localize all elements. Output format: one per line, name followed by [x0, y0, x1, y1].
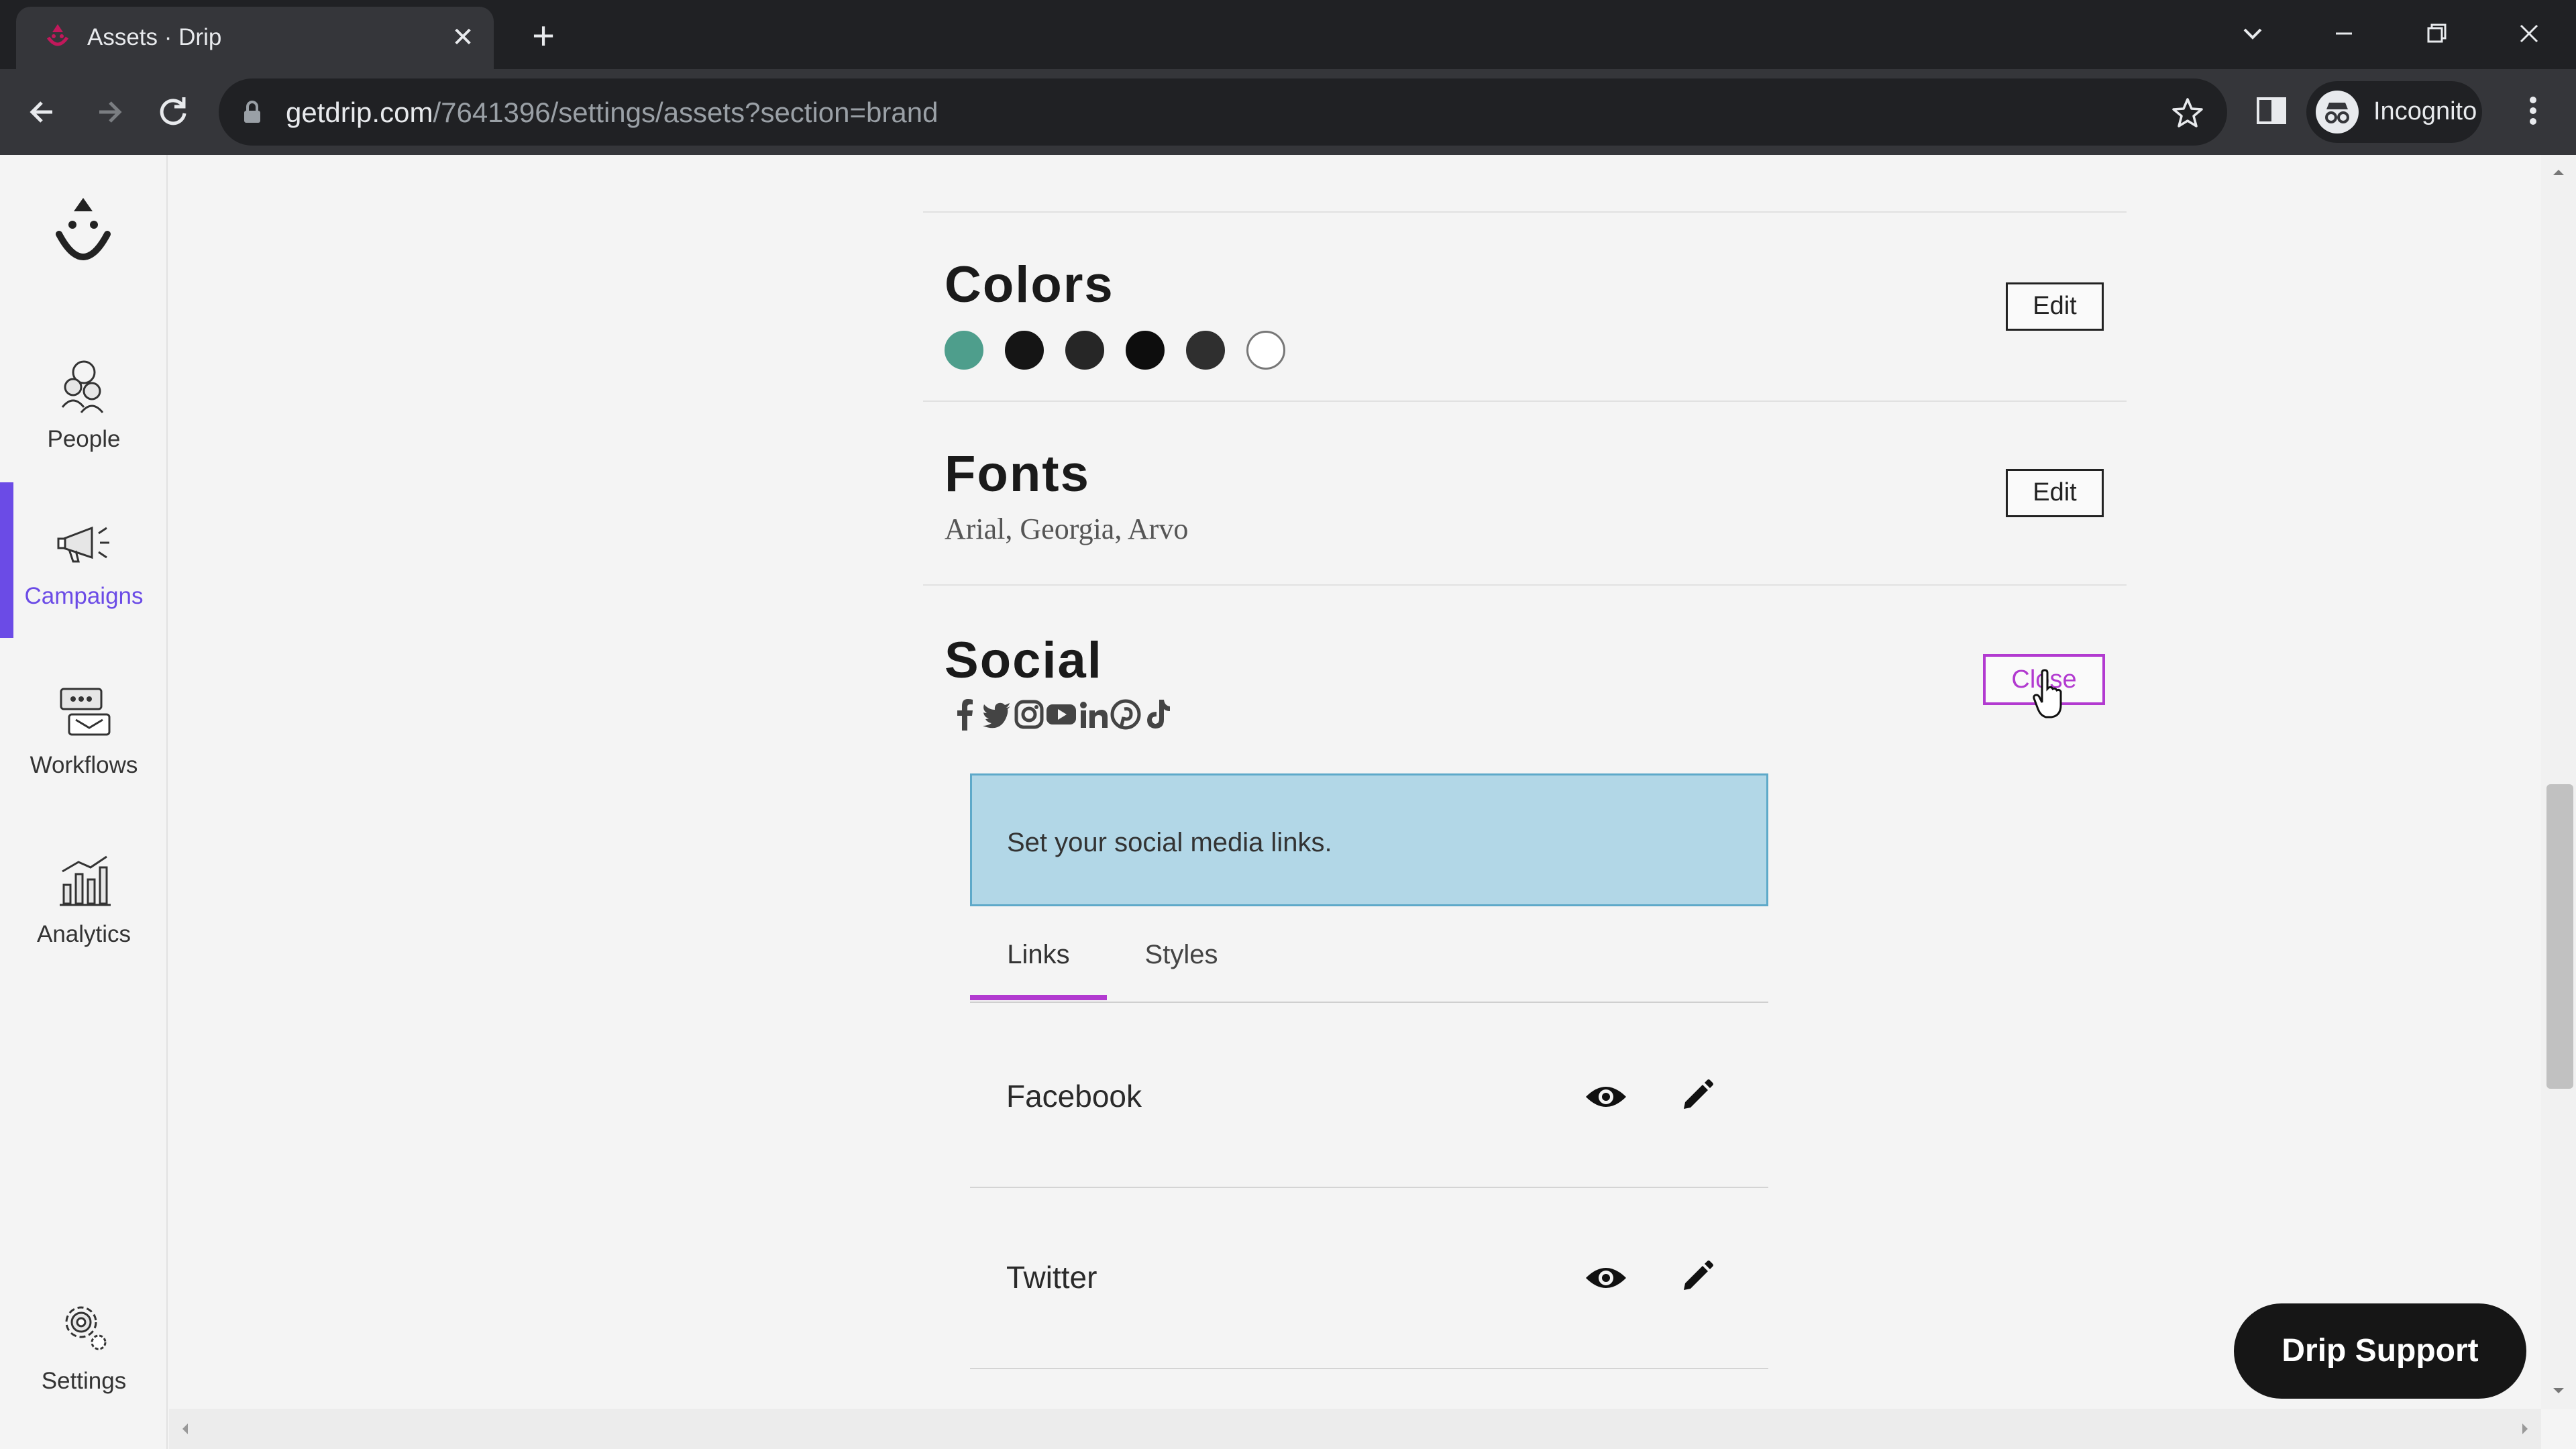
color-swatch: [1186, 331, 1225, 370]
colors-heading: Colors: [945, 256, 1114, 313]
youtube-icon: [1046, 704, 1076, 724]
lock-icon[interactable]: [239, 99, 266, 125]
pencil-icon[interactable]: [1681, 1078, 1715, 1112]
analytics-icon: [60, 855, 111, 906]
kebab-menu-icon[interactable]: [2512, 89, 2555, 132]
side-panel-icon[interactable]: [2250, 89, 2293, 132]
incognito-profile-button[interactable]: Incognito: [2306, 81, 2482, 143]
url-text[interactable]: getdrip.com/7641396/settings/assets?sect…: [286, 97, 938, 129]
vertical-scroll-thumb[interactable]: [2546, 784, 2573, 1089]
instagram-icon: [1014, 700, 1044, 729]
section-divider: [923, 400, 2127, 402]
url-path: /7641396/settings/assets?section=brand: [433, 97, 938, 128]
social-info-box: Set your social media links.: [970, 773, 1768, 906]
tiktok-icon: [1147, 700, 1170, 729]
tab-search-chevron-icon[interactable]: [2234, 15, 2271, 52]
drip-logo-icon[interactable]: [50, 193, 117, 273]
address-bar[interactable]: getdrip.com/7641396/settings/assets?sect…: [219, 78, 2227, 146]
fonts-list: Arial, Georgia, Arvo: [945, 513, 1189, 545]
drip-app: People Campaigns Workflows Analytics Set…: [0, 155, 2576, 1449]
color-swatch: [1005, 331, 1044, 370]
hand-cursor-icon: [2033, 669, 2062, 718]
incognito-icon: [2316, 91, 2359, 133]
minimize-icon[interactable]: [2325, 15, 2363, 52]
section-divider: [923, 584, 2127, 586]
people-icon: [61, 360, 104, 413]
social-link-name: Twitter: [1006, 1260, 1097, 1295]
sidebar-label-campaigns: Campaigns: [24, 583, 144, 609]
eye-icon[interactable]: [1585, 1262, 1627, 1294]
social-info-text: Set your social media links.: [1007, 828, 1332, 857]
sidebar-label-settings: Settings: [41, 1368, 127, 1394]
social-tabs: Links Styles: [970, 926, 1768, 1003]
window-close-icon[interactable]: [2510, 15, 2548, 52]
linkedin-icon: [1080, 702, 1108, 728]
browser-toolbar: getdrip.com/7641396/settings/assets?sect…: [0, 69, 2576, 155]
browser-tab[interactable]: Assets · Drip ✕: [16, 7, 494, 69]
color-swatch: [1126, 331, 1165, 370]
app-sidebar: People Campaigns Workflows Analytics Set…: [0, 155, 168, 1449]
sidebar-item-people[interactable]: People: [0, 325, 168, 473]
sidebar-item-campaigns[interactable]: Campaigns: [0, 482, 168, 630]
reload-icon[interactable]: [150, 89, 196, 135]
color-swatch: [1246, 331, 1285, 370]
sidebar-item-workflows[interactable]: Workflows: [0, 651, 168, 799]
color-swatch: [1065, 331, 1104, 370]
restore-icon[interactable]: [2418, 15, 2455, 52]
twitter-icon: [983, 702, 1010, 729]
workflows-icon: [60, 688, 111, 736]
scroll-up-arrow-icon[interactable]: [2551, 164, 2567, 180]
drip-support-button[interactable]: Drip Support: [2234, 1303, 2526, 1399]
social-heading: Social: [945, 632, 1103, 689]
facebook-icon: [957, 699, 973, 731]
scroll-down-arrow-icon[interactable]: [2551, 1383, 2567, 1399]
brand-assets-content: Colors Edit Fonts Arial, Georgia, Arvo E…: [169, 155, 2541, 1409]
pencil-icon[interactable]: [1681, 1259, 1715, 1293]
scroll-right-arrow-icon[interactable]: [2517, 1421, 2533, 1437]
tab-links[interactable]: Links: [970, 926, 1107, 1003]
sidebar-label-analytics: Analytics: [36, 921, 131, 947]
active-tab-underline: [970, 995, 1107, 1000]
pinterest-icon: [1110, 699, 1141, 730]
eye-icon[interactable]: [1585, 1081, 1627, 1113]
sidebar-item-analytics[interactable]: Analytics: [0, 820, 168, 968]
social-link-row: Twitter: [970, 1188, 1768, 1369]
url-host: getdrip.com: [286, 97, 433, 128]
browser-tab-bar: Assets · Drip ✕ +: [0, 0, 2576, 69]
megaphone-icon: [57, 526, 109, 563]
new-tab-button[interactable]: +: [523, 17, 564, 58]
fonts-heading: Fonts: [945, 445, 1090, 502]
tab-title: Assets · Drip: [87, 24, 222, 50]
forward-arrow-icon[interactable]: [86, 89, 131, 135]
color-swatch: [945, 331, 983, 370]
tab-close-icon[interactable]: ✕: [445, 20, 480, 55]
drip-favicon-icon: [46, 24, 69, 46]
fonts-edit-button[interactable]: Edit: [2006, 469, 2104, 517]
bookmark-star-icon[interactable]: [2171, 96, 2204, 129]
section-divider: [923, 211, 2127, 213]
gear-icon: [65, 1306, 107, 1350]
back-arrow-icon[interactable]: [20, 89, 66, 135]
social-link-name: Facebook: [1006, 1079, 1142, 1114]
tab-styles[interactable]: Styles: [1107, 926, 1256, 1003]
sidebar-label-workflows: Workflows: [30, 752, 138, 778]
colors-edit-button[interactable]: Edit: [2006, 282, 2104, 331]
scroll-left-arrow-icon[interactable]: [177, 1421, 193, 1437]
social-link-row: Facebook: [970, 1007, 1768, 1188]
horizontal-scrollbar[interactable]: [169, 1409, 2541, 1449]
incognito-label: Incognito: [2373, 97, 2477, 125]
sidebar-label-people: People: [47, 426, 121, 452]
vertical-scrollbar[interactable]: [2541, 155, 2576, 1409]
sidebar-item-settings[interactable]: Settings: [0, 1267, 168, 1415]
